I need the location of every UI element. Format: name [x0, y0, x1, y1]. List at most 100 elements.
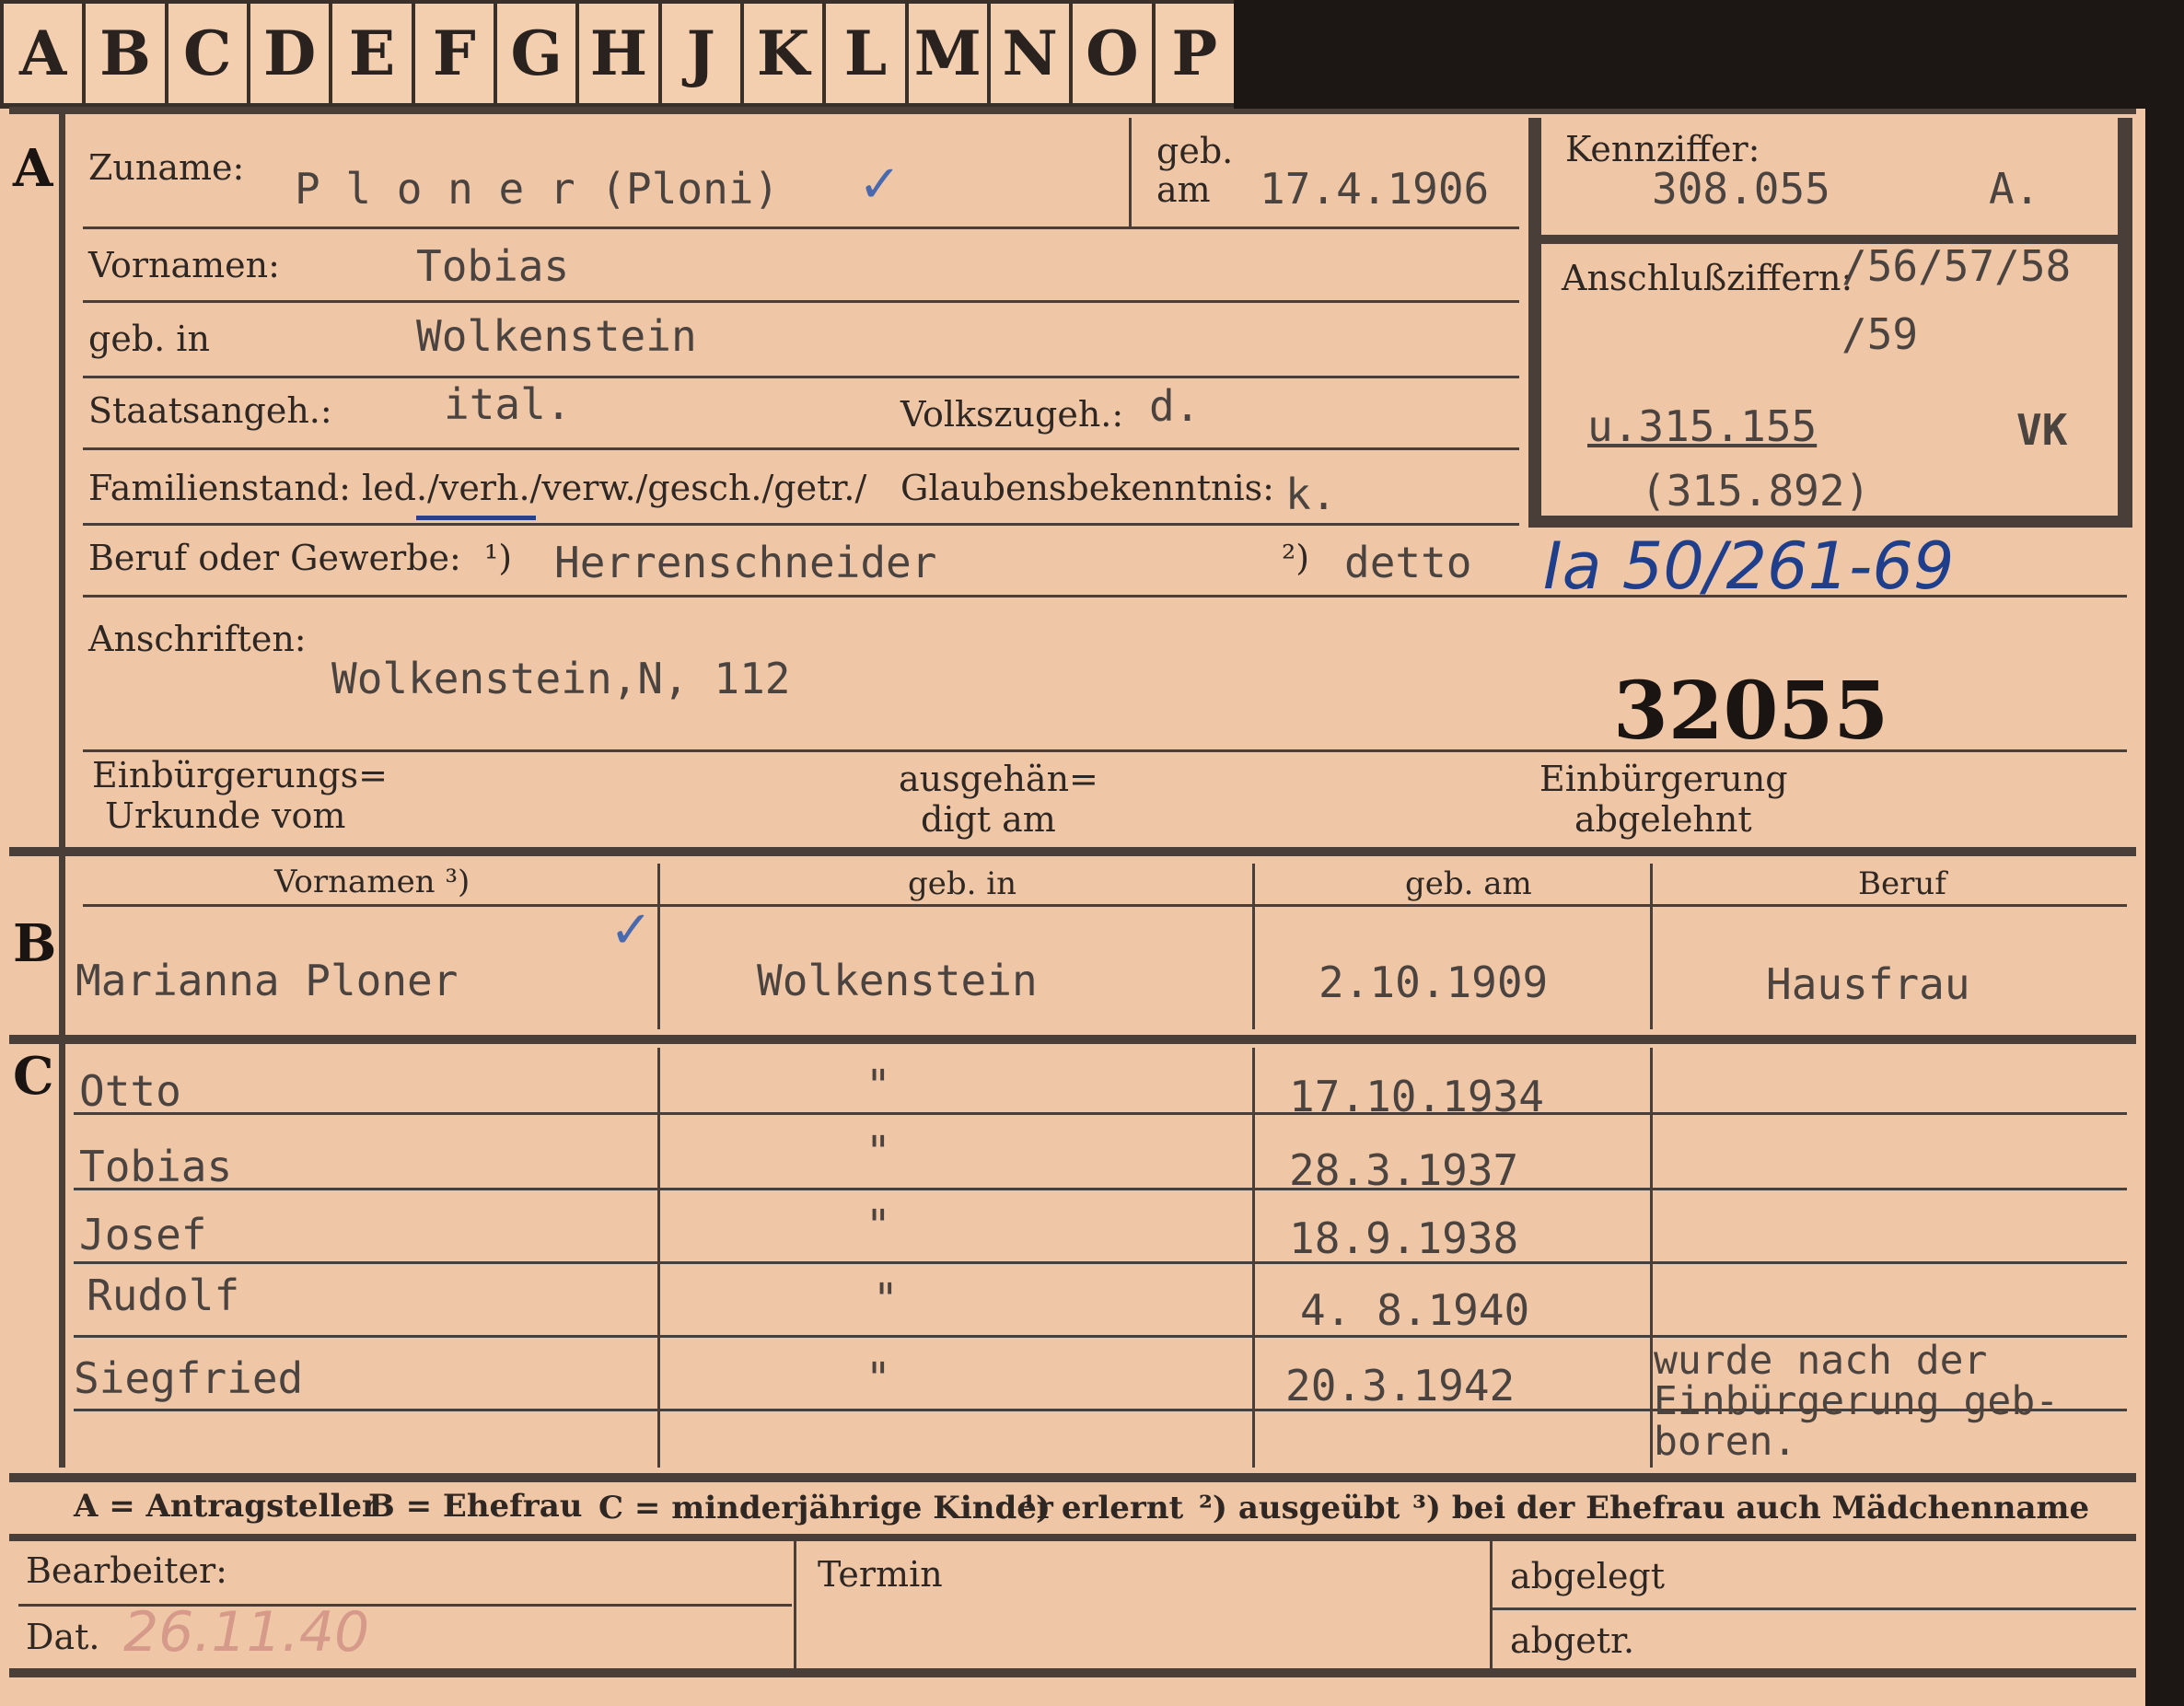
child-rule-3	[74, 1261, 2127, 1264]
spouse-date: 2.10.1909	[1319, 957, 1549, 1007]
staat-label: Staatsangeh.:	[88, 390, 332, 431]
record-card: A B C D E F G H J K L M N O P A Zuname: …	[0, 0, 2151, 1706]
background-right	[2145, 0, 2184, 1706]
tab-p[interactable]: P	[1151, 0, 1237, 109]
check-mark-icon: ✓	[858, 155, 901, 215]
section-b-top-rule	[9, 847, 2136, 856]
abgelehnt-label-1: Einbürgerung	[1539, 759, 1788, 799]
familienstand-label: Familienstand: led./verh./verw./gesch./g…	[88, 468, 867, 508]
section-c-letter: C	[13, 1046, 54, 1107]
ausgehaendigt-label-1: ausgehän=	[899, 759, 1098, 799]
tab-l[interactable]: L	[822, 0, 909, 109]
spouse-job: Hausfrau	[1766, 959, 1970, 1009]
row-rule-5	[83, 523, 1519, 526]
row-rule-7	[83, 749, 2127, 752]
col-rule-2-b	[1252, 864, 1255, 1029]
tab-h[interactable]: H	[575, 0, 662, 109]
tab-c[interactable]: C	[164, 0, 250, 109]
zuname-value: P l o n e r (Ploni)	[295, 164, 780, 214]
child-3-name: Josef	[79, 1210, 207, 1259]
child-rule-2	[74, 1188, 2127, 1190]
alphabet-tabs: A B C D E F G H J K L M N O P	[0, 0, 1237, 109]
child-2-place: "	[865, 1127, 891, 1177]
legend-a: A = Antragsteller	[74, 1488, 378, 1525]
legend-c: C = minderjährige Kinder	[598, 1490, 1053, 1526]
zuname-label: Zuname:	[88, 147, 245, 188]
spouse-name: Marianna Ploner	[76, 956, 459, 1005]
header-geb-am: geb. am	[1405, 865, 1532, 902]
tab-d[interactable]: D	[246, 0, 333, 109]
footer-col-rule-2	[1490, 1541, 1493, 1670]
child-5-date: 20.3.1942	[1285, 1361, 1516, 1410]
kennziffer-suffix: A.	[1989, 164, 2040, 214]
section-b-left-rule	[59, 856, 65, 1040]
tab-j[interactable]: J	[657, 0, 744, 109]
child-3-date: 18.9.1938	[1289, 1213, 1519, 1263]
tab-k[interactable]: K	[739, 0, 827, 109]
kennziffer-box-right	[2118, 118, 2132, 528]
glauben-value: k.	[1285, 470, 1337, 519]
geb-am-value: 17.4.1906	[1260, 164, 1490, 214]
col-rule-2-c	[1252, 1048, 1255, 1468]
child-4-name: Rudolf	[87, 1271, 240, 1320]
glauben-label: Glaubensbekenntnis:	[900, 468, 1274, 508]
volk-value: d.	[1149, 381, 1201, 431]
card-bottom-rule	[9, 1668, 2136, 1677]
tab-n[interactable]: N	[986, 0, 1074, 109]
child-2-date: 28.3.1937	[1289, 1145, 1519, 1195]
dat-label: Dat.	[26, 1617, 100, 1657]
anschluss-value-2: /59	[1841, 309, 1919, 359]
header-geb-in: geb. in	[908, 865, 1017, 902]
row-rule-1	[83, 226, 1519, 229]
tab-a[interactable]: A	[0, 0, 87, 109]
child-rule-1	[74, 1112, 2127, 1115]
beruf-label: Beruf oder Gewerbe:	[88, 538, 461, 578]
geb-in-label: geb. in	[88, 319, 210, 359]
beruf-value-2: detto	[1344, 538, 1472, 587]
kennziffer-box-left	[1528, 118, 1541, 528]
col-rule-1-b	[657, 864, 660, 1029]
child-5-name: Siegfried	[74, 1353, 304, 1403]
legend-note-3: ³) bei der Ehefrau auch Mädchenname	[1412, 1490, 2090, 1526]
vornamen-label: Vornamen:	[88, 245, 280, 285]
kennziffer-box-bottom	[1528, 516, 2132, 528]
child-1-name: Otto	[79, 1066, 181, 1116]
anschriften-label: Anschriften:	[88, 619, 307, 659]
spouse-place: Wolkenstein	[757, 956, 1038, 1005]
check-mark-icon-2: ✓	[610, 900, 653, 960]
familienstand-underline	[416, 516, 536, 520]
child-5-note: wurde nach der Einbürgerung geb-boren.	[1654, 1338, 2060, 1465]
tab-e[interactable]: E	[329, 0, 415, 109]
geb-am-label-2: am	[1156, 169, 1211, 210]
legend-top-rule	[9, 1473, 2136, 1482]
tab-f[interactable]: F	[411, 0, 497, 109]
child-4-date: 4. 8.1940	[1300, 1285, 1530, 1335]
tab-g[interactable]: G	[493, 0, 580, 109]
tab-m[interactable]: M	[904, 0, 991, 109]
section-a-left-rule	[59, 110, 65, 847]
section-c-top-rule	[9, 1035, 2136, 1044]
legend-b: B = Ehefrau	[368, 1488, 583, 1525]
tab-o[interactable]: O	[1069, 0, 1156, 109]
vornamen-value: Tobias	[416, 241, 570, 291]
u-number-2: (315.892)	[1641, 466, 1871, 516]
tab-b[interactable]: B	[82, 0, 168, 109]
child-3-place: "	[865, 1201, 891, 1250]
kennziffer-value: 308.055	[1652, 164, 1830, 214]
row-rule-6	[83, 595, 2127, 598]
child-1-date: 17.10.1934	[1289, 1072, 1544, 1121]
header-vornamen: Vornamen ³)	[274, 864, 470, 900]
termin-label: Termin	[818, 1554, 943, 1595]
row-rule-2	[83, 300, 1519, 303]
beruf-note-2: ²)	[1282, 538, 1310, 578]
geb-am-divider	[1129, 118, 1132, 226]
child-1-place: "	[865, 1061, 891, 1110]
section-a-letter: A	[13, 138, 53, 199]
section-c-left-rule	[59, 1044, 65, 1468]
abgelegt-label: abgelegt	[1510, 1556, 1666, 1596]
legend-note-1: ¹) erlernt	[1022, 1490, 1184, 1526]
anschluss-label: Anschlußziffern:	[1562, 258, 1853, 298]
legend-note-2: ²) ausgeübt	[1199, 1490, 1400, 1526]
volk-label: Volkszugeh.:	[900, 394, 1124, 435]
header-rule	[83, 904, 2127, 907]
